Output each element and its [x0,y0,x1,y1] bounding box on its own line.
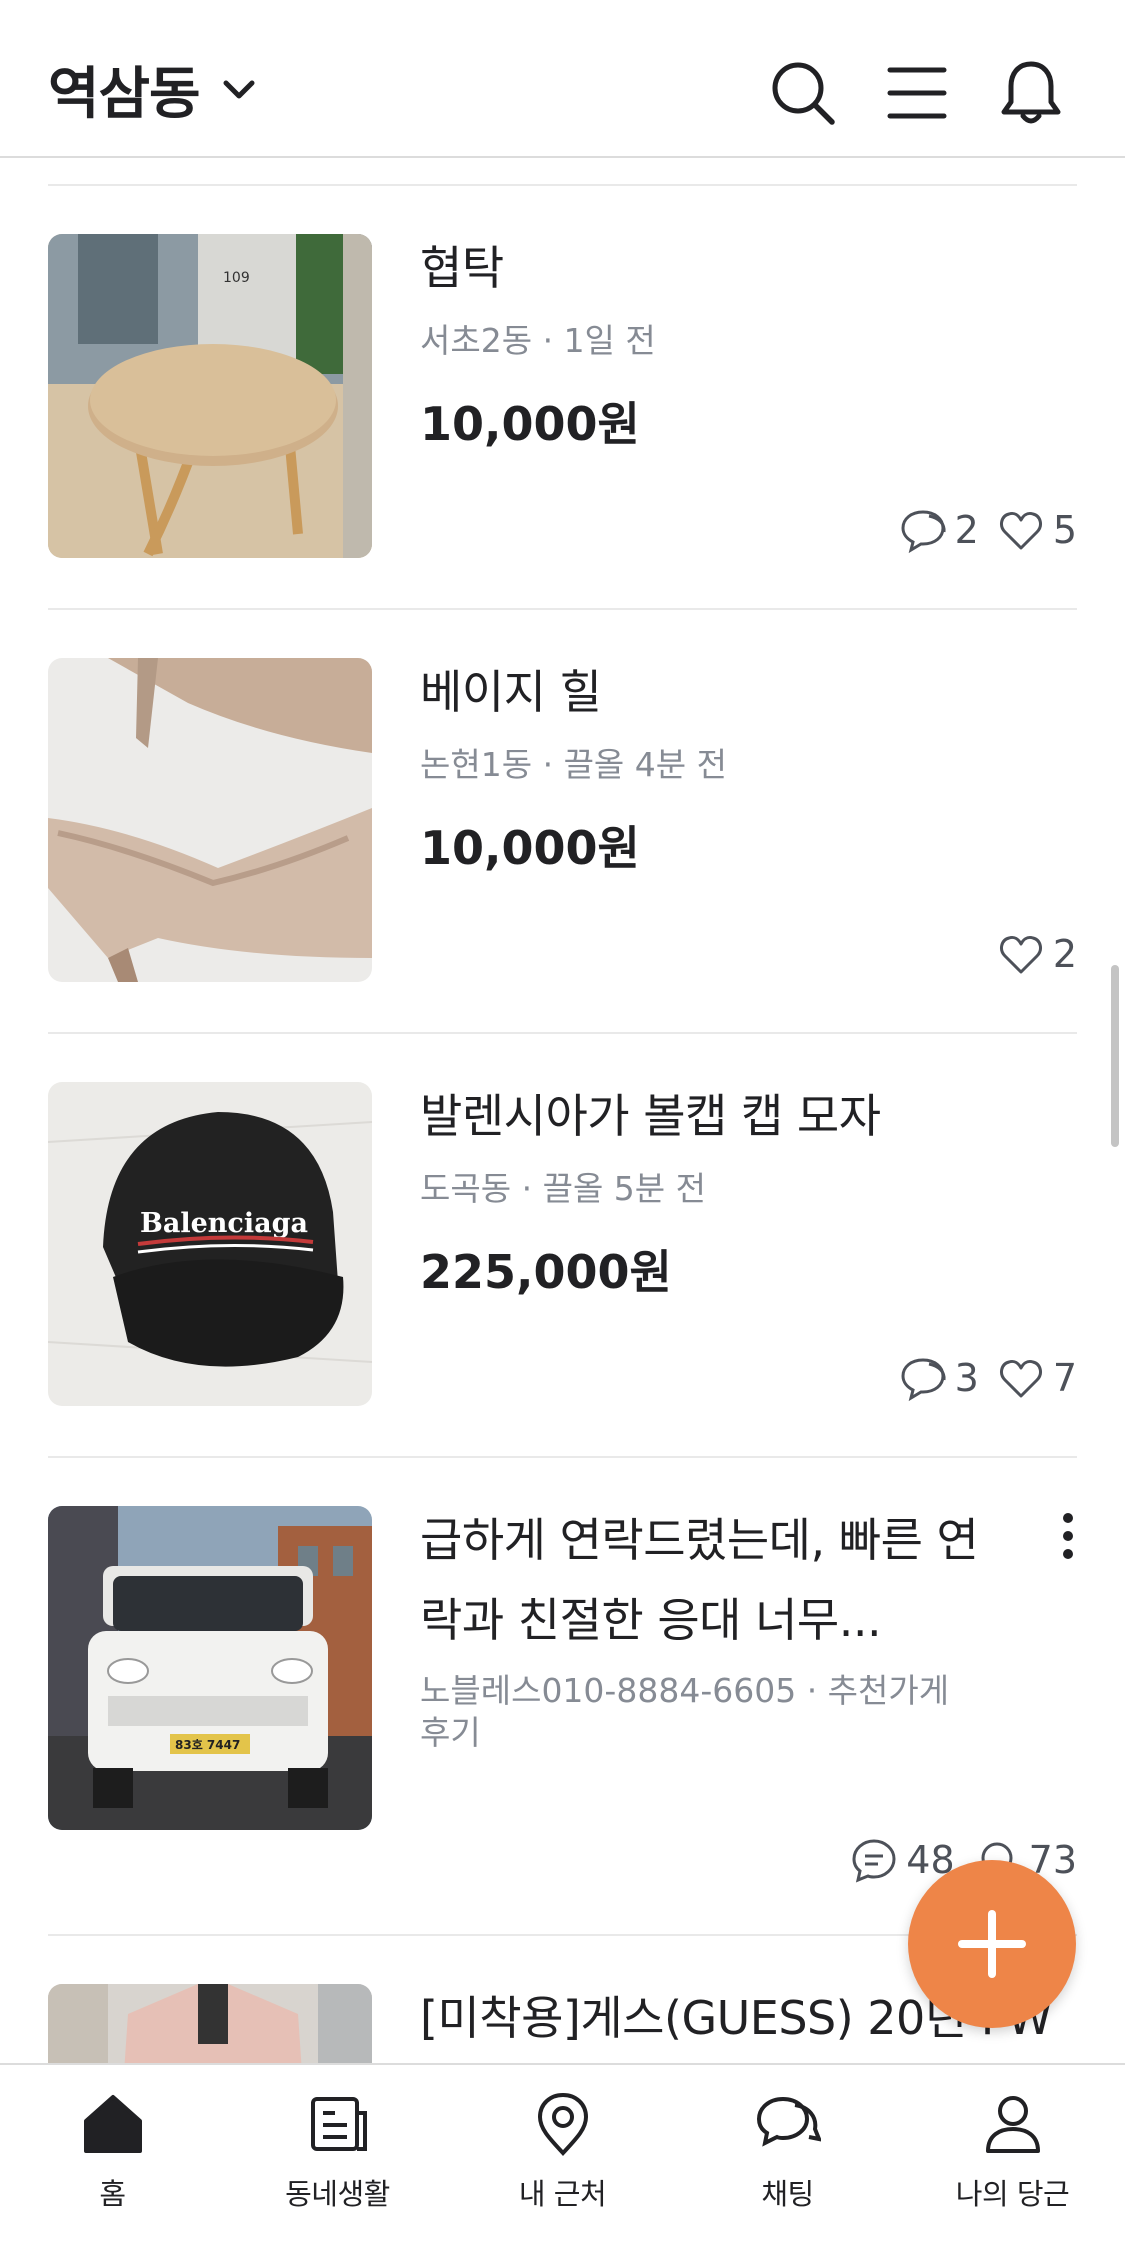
nav-item-profile[interactable]: 나의 당근 [900,2065,1125,2243]
listing-location: 논현1동 [420,745,533,784]
nav-label: 나의 당근 [955,2177,1070,2211]
listing-meta: 논현1동 · 끌올 4분 전 [420,745,727,784]
app: 역삼동 109 협탁 서초2동 · 1일 전 10,000원 2 5 베이지 힐… [0,0,1125,2243]
listing-item[interactable]: Balenciaga 발렌시아가 볼캡 캡 모자 도곡동 · 끌올 5분 전 2… [0,1082,1125,1406]
bottom-nav: 홈 동네생활 내 근처 채팅 나의 당근 [0,2063,1125,2243]
listing-title: 급하게 연락드렸는데, 빠른 연 락과 친절한 응대 너무... [420,1500,1040,1660]
listing-title: 발렌시아가 볼캡 캡 모자 [420,1089,881,1143]
svg-text:109: 109 [223,270,250,286]
comment-count-value: 3 [954,1356,979,1400]
nav-label: 채팅 [761,2177,814,2211]
listing-image-truck: 83호 7447 [48,1506,372,1830]
comment-count: 48 [850,1836,955,1884]
search-icon[interactable] [768,58,838,128]
like-count: 2 [997,930,1077,978]
listing-location: 도곡동 [420,1169,512,1208]
menu-icon[interactable] [882,58,952,128]
listing-title-line: 급하게 연락드렸는데, 빠른 연 [420,1513,979,1567]
like-count: 7 [997,1354,1077,1402]
listing-counts: 2 [979,930,1077,978]
chat-icon [756,2096,821,2147]
listing-price: 225,000원 [420,1245,672,1299]
comment-count: 3 [899,1354,979,1402]
listing-meta: 노블레스010-8884-6605 · 추천가게 후기 [420,1670,1020,1754]
listing-time: 끌올 4분 전 [563,745,727,784]
location-selector[interactable]: 역삼동 [48,54,256,127]
divider [48,1032,1077,1034]
license-plate-text: 83호 7447 [175,1738,240,1752]
listing-title: 협탁 [420,241,504,295]
plus-icon [958,1910,1026,1978]
chevron-down-icon [222,79,256,105]
nav-label: 홈 [99,2177,126,2211]
listing-title: 베이지 힐 [420,665,602,719]
listing-time: 1일 전 [563,321,656,360]
listing-meta: 도곡동 · 끌올 5분 전 [420,1169,706,1208]
listing-meta-line: 후기 [420,1713,481,1752]
top-bar: 역삼동 [0,0,1125,158]
listing-meta: 서초2동 · 1일 전 [420,321,656,360]
like-count-value: 2 [1052,932,1077,976]
like-count: 5 [997,506,1077,554]
listing-item[interactable]: 109 협탁 서초2동 · 1일 전 10,000원 2 5 [0,234,1125,558]
bell-icon[interactable] [996,58,1066,128]
heart-icon [999,936,1042,974]
divider [48,1456,1077,1458]
listing-image-cap: Balenciaga [48,1082,372,1406]
nav-item-home[interactable]: 홈 [0,2065,225,2243]
location-pin-icon [537,2092,588,2156]
location-label: 역삼동 [48,61,201,127]
divider [48,608,1077,610]
listing-meta-line: 노블레스010-8884-6605 · 추천가게 [420,1671,950,1710]
nav-item-chat[interactable]: 채팅 [675,2065,900,2243]
scrollbar[interactable] [1111,965,1119,1147]
comment-bubble-icon [901,510,946,554]
listing-price: 10,000원 [420,397,640,451]
divider [48,184,1077,186]
nav-label: 내 근처 [518,2177,607,2211]
cap-logo-text: Balenciaga [140,1208,308,1239]
listing-item-review[interactable]: 83호 7447 급하게 연락드렸는데, 빠른 연 락과 친절한 응대 너무..… [0,1506,1125,1886]
profile-icon [985,2096,1040,2153]
nav-item-neighborhood[interactable]: 동네생활 [225,2065,450,2243]
listing-image-side-table: 109 [48,234,372,558]
add-listing-button[interactable] [908,1860,1076,2028]
listing-image-heels [48,658,372,982]
comment-count-value: 2 [954,508,979,552]
listing-price: 10,000원 [420,821,640,875]
chat-bubble-icon [852,1839,896,1883]
comment-count: 2 [899,506,979,554]
listing-counts: 3 7 [881,1354,1077,1402]
like-count-value: 5 [1052,508,1077,552]
comment-bubble-icon [901,1358,946,1402]
more-options-icon[interactable] [1053,1506,1083,1566]
listing-title-line: 락과 친절한 응대 너무... [420,1593,882,1647]
nav-label: 동네생활 [285,2177,390,2211]
neighborhood-icon [310,2097,367,2151]
listing-item[interactable]: 베이지 힐 논현1동 · 끌올 4분 전 10,000원 2 [0,658,1125,982]
listing-location: 서초2동 [420,321,533,360]
nav-item-nearby[interactable]: 내 근처 [450,2065,675,2243]
like-count-value: 7 [1052,1356,1077,1400]
home-icon [83,2095,142,2153]
listing-counts: 2 5 [881,506,1077,554]
heart-icon [999,1360,1042,1398]
heart-icon [999,512,1042,550]
listing-time: 끌올 5분 전 [542,1169,706,1208]
